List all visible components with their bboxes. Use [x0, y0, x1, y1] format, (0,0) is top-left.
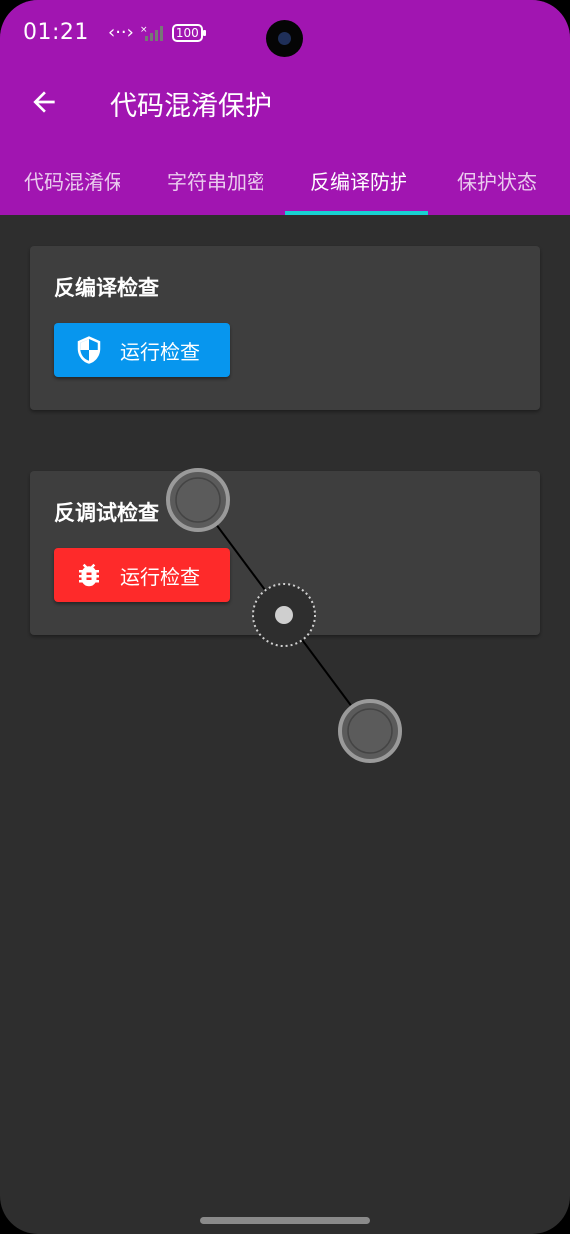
bug-icon [79, 563, 99, 587]
battery-level: 100 [175, 25, 199, 40]
tab-label: 保护状态 [457, 169, 537, 194]
decompile-check-card: 反编译检查 运行检查 [30, 246, 540, 410]
tab-indicator [285, 211, 428, 215]
tab-label: 代码混淆保护 [24, 169, 120, 194]
data-transfer-icon: ‹··› [108, 22, 134, 43]
button-label: 运行检查 [120, 564, 200, 589]
tab-bar: 代码混淆保护 字符串加密 反编译防护 保护状态 [0, 145, 570, 215]
card-title: 反编译检查 [54, 276, 159, 300]
app-screen: 01:21 ‹··› × 100 代码混淆保护 代码混淆保 字符串加密 反编译防… [0, 0, 570, 1234]
toolbar: 代码混淆保护 [0, 70, 570, 134]
button-label: 运行检查 [120, 339, 200, 364]
status-time: 01:21 [23, 20, 89, 45]
status-icons: ‹··› × 100 [108, 22, 206, 43]
svg-text:×: × [140, 25, 148, 35]
debug-check-card: 反调试检查 运行检查 [30, 471, 540, 635]
run-debug-check-button[interactable]: 运行检查 [54, 548, 230, 602]
front-camera [266, 20, 303, 57]
page-title: 代码混淆保护 [110, 91, 272, 122]
tab-string-encryption[interactable]: 字符串加密 [167, 145, 263, 215]
back-arrow-icon[interactable] [28, 86, 60, 118]
tab-code-obfuscation[interactable]: 代码混淆保护 [24, 145, 120, 215]
battery-icon: 100 [171, 23, 206, 42]
tab-label: 字符串加密 [167, 169, 263, 194]
tab-anti-decompile[interactable]: 反编译防护 [310, 145, 406, 215]
status-bar: 01:21 ‹··› × 100 [0, 0, 570, 70]
tab-label: 反编译防护 [310, 169, 406, 194]
touch-point-end [338, 699, 402, 763]
home-indicator[interactable] [200, 1217, 370, 1224]
tab-protection-status[interactable]: 保护状态 [457, 145, 547, 215]
app-bar: 01:21 ‹··› × 100 代码混淆保护 代码混淆保 字符串加密 反编译防… [0, 0, 570, 215]
shield-icon [77, 336, 101, 364]
run-decompile-check-button[interactable]: 运行检查 [54, 323, 230, 377]
signal-icon: × [140, 25, 163, 41]
card-title: 反调试检查 [54, 501, 159, 525]
